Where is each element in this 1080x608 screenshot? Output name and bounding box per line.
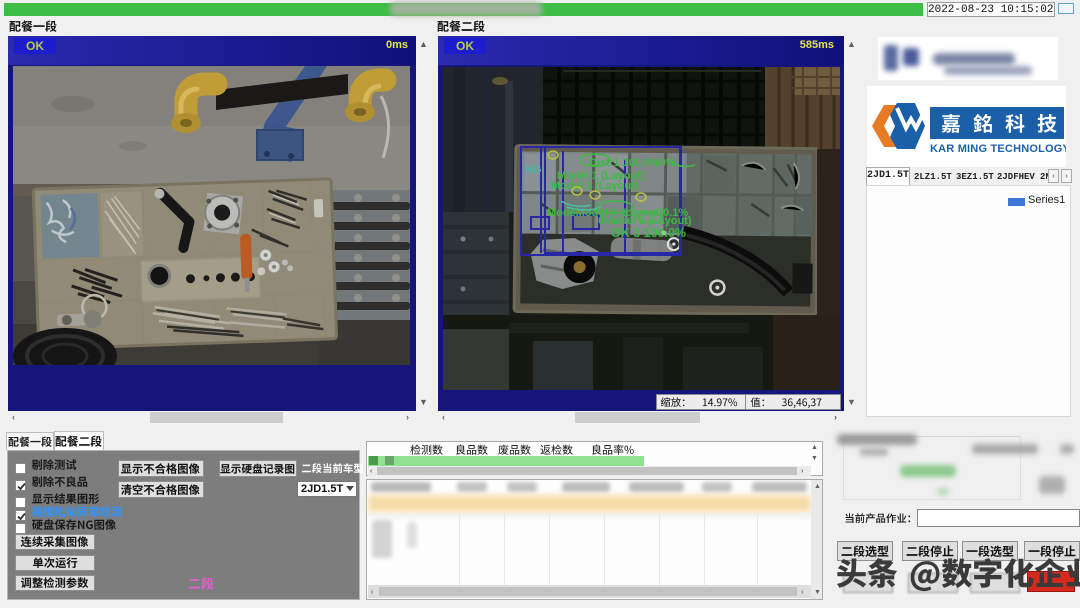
svg-text:NG: NG — [525, 164, 542, 176]
svg-text:Model 1 (Layout): Model 1 (Layout) — [551, 180, 639, 192]
svg-text:OK 3 100.0%: OK 3 100.0% — [611, 226, 686, 240]
svg-text:Dist:1 100.0%0%: Dist:1 100.0%0% — [589, 157, 676, 169]
svg-text:KAR MING TECHNOLOGY: KAR MING TECHNOLOGY — [930, 143, 1066, 155]
